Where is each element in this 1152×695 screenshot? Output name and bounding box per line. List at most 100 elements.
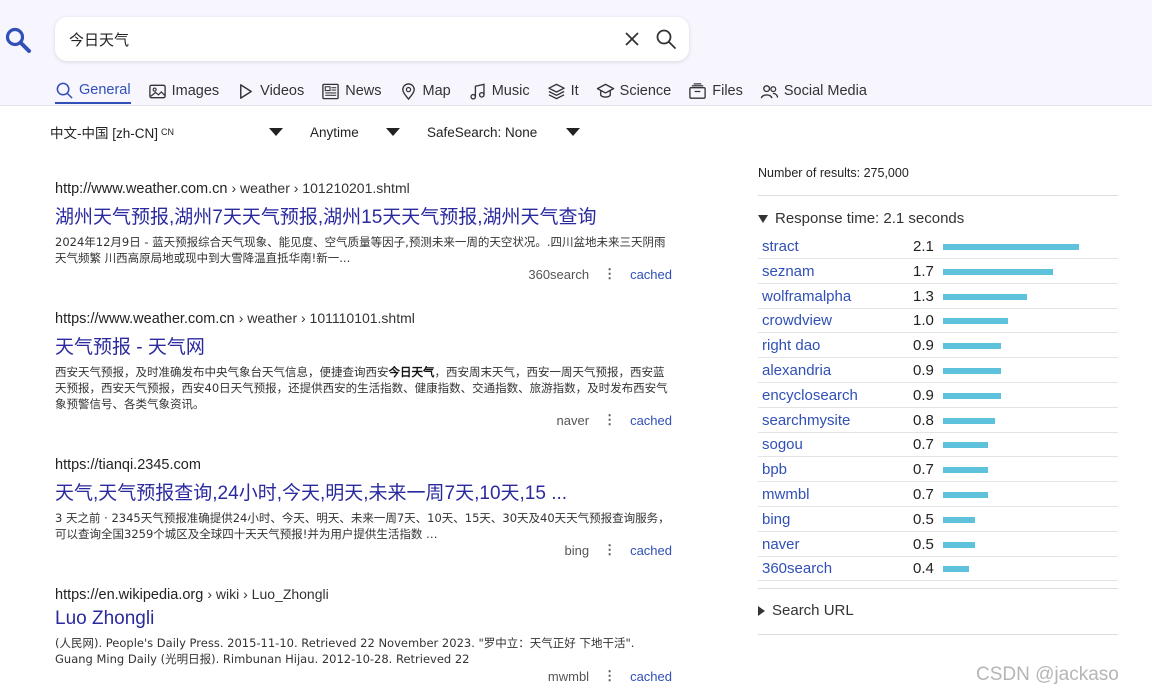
play-icon: [240, 83, 253, 99]
files-icon: [689, 82, 707, 99]
result-item: https://www.weather.com.cn › weather › 1…: [55, 310, 675, 428]
result-title-link[interactable]: 天气,天气预报查询,24小时,今天,明天,未来一周7天,10天,15 ...: [55, 478, 675, 505]
divider: [758, 634, 1118, 635]
map-pin-icon: [401, 82, 415, 100]
engine-name-link[interactable]: seznam: [762, 263, 815, 280]
engine-time: 0.4: [913, 560, 934, 578]
tab-label: Files: [712, 83, 743, 99]
result-url[interactable]: https://www.weather.com.cn › weather › 1…: [55, 310, 675, 327]
tab-files[interactable]: Files: [688, 78, 743, 104]
engine-time-bar: [943, 368, 1001, 374]
result-host: https://www.weather.com.cn: [55, 311, 235, 327]
tab-science[interactable]: Science: [596, 78, 671, 104]
engine-time: 0.5: [913, 535, 934, 553]
result-host: https://tianqi.2345.com: [55, 457, 201, 473]
engine-name-link[interactable]: mwmbl: [762, 486, 810, 503]
tab-label: Map: [422, 83, 451, 99]
watermark: CSDN @jackaso: [976, 664, 1119, 685]
tab-social-media[interactable]: Social Media: [760, 78, 867, 104]
engine-row: bpb 0.7: [758, 457, 1118, 483]
number-of-results: Number of results: 275,000: [758, 166, 909, 180]
clear-icon[interactable]: [622, 29, 642, 49]
more-options-icon[interactable]: ⋮: [603, 412, 616, 428]
cached-link[interactable]: cached: [630, 543, 672, 558]
engine-time-bar: [943, 442, 988, 449]
safesearch-select[interactable]: SafeSearch: None: [427, 120, 587, 144]
engine-name-link[interactable]: wolframalpha: [762, 288, 851, 305]
engine-time-bar: [943, 318, 1008, 325]
more-options-icon[interactable]: ⋮: [603, 668, 616, 684]
tab-videos[interactable]: Videos: [236, 78, 304, 104]
response-time-label: Response time: 2.1 seconds: [775, 210, 965, 227]
tab-news[interactable]: News: [321, 78, 382, 104]
cached-link[interactable]: cached: [630, 413, 672, 428]
result-item: http://www.weather.com.cn › weather › 10…: [55, 180, 675, 282]
search-submit-icon[interactable]: [655, 28, 677, 50]
response-time-toggle[interactable]: Response time: 2.1 seconds: [758, 210, 964, 227]
engine-name-link[interactable]: sogou: [762, 436, 803, 453]
tab-label: Social Media: [783, 83, 867, 99]
engine-row: searchmysite 0.8: [758, 408, 1118, 433]
tab-label: General: [79, 82, 131, 98]
category-tabs: General Images Videos News Map Music It: [55, 78, 884, 104]
engine-row: encyclosearch 0.9: [758, 383, 1118, 408]
engine-name-link[interactable]: bing: [762, 511, 790, 528]
result-url[interactable]: http://www.weather.com.cn › weather › 10…: [55, 180, 675, 197]
engine-time-bar: [943, 343, 1001, 350]
time-range-select[interactable]: Anytime: [310, 120, 410, 144]
result-title-link[interactable]: 湖州天气预报,湖州7天天气预报,湖州15天天气预报,湖州天气查询: [55, 202, 675, 229]
result-engine: naver: [556, 412, 590, 428]
result-title-link[interactable]: 天气预报 - 天气网: [55, 332, 675, 359]
chevron-down-icon: [269, 128, 283, 136]
users-icon: [760, 84, 779, 98]
tab-general[interactable]: General: [55, 78, 131, 104]
tab-map[interactable]: Map: [399, 78, 451, 104]
engine-name-link[interactable]: encyclosearch: [762, 387, 858, 404]
engine-time-bar: [943, 417, 995, 424]
result-path: › weather › 101110101.shtml: [238, 310, 415, 326]
engine-name-link[interactable]: stract: [762, 238, 799, 255]
search-url-toggle[interactable]: Search URL: [758, 602, 854, 619]
result-host: https://en.wikipedia.org: [55, 587, 204, 603]
cached-link[interactable]: cached: [630, 267, 672, 282]
engine-name-link[interactable]: naver: [762, 536, 800, 553]
search-input[interactable]: [69, 17, 609, 61]
result-snippet: (人民网). People's Daily Press. 2015-11-10.…: [55, 635, 670, 667]
more-options-icon[interactable]: ⋮: [603, 266, 616, 282]
engine-time-bar: [943, 244, 1079, 250]
search-logo-icon[interactable]: [4, 26, 32, 54]
engine-time: 0.9: [913, 337, 934, 355]
tab-it[interactable]: It: [547, 78, 579, 104]
engine-name-link[interactable]: right dao: [762, 337, 820, 354]
engine-time: 0.5: [913, 510, 934, 528]
result-path: › weather › 101210201.shtml: [231, 180, 410, 196]
engine-name-link[interactable]: searchmysite: [762, 412, 850, 429]
cached-link[interactable]: cached: [630, 669, 672, 684]
result-host: http://www.weather.com.cn: [55, 181, 228, 197]
tab-music[interactable]: Music: [468, 78, 530, 104]
engine-row: sogou 0.7: [758, 432, 1118, 458]
engine-name-link[interactable]: crowdview: [762, 312, 832, 329]
triangle-right-icon: [758, 606, 765, 617]
engine-time-bar: [943, 516, 975, 523]
image-icon: [148, 84, 166, 98]
result-url[interactable]: https://en.wikipedia.org › wiki › Luo_Zh…: [55, 586, 675, 603]
result-url[interactable]: https://tianqi.2345.com: [55, 456, 675, 473]
engine-time: 0.7: [913, 486, 934, 503]
language-select[interactable]: 中文-中国 [zh-CN] CN: [50, 120, 290, 144]
more-options-icon[interactable]: ⋮: [603, 542, 616, 558]
engine-time: 2.1: [913, 238, 934, 255]
tab-label: Images: [171, 83, 220, 99]
science-icon: [596, 83, 614, 98]
tab-images[interactable]: Images: [148, 78, 220, 104]
engine-name-link[interactable]: alexandria: [762, 362, 831, 379]
engine-time-bar: [943, 293, 1027, 300]
engine-name-link[interactable]: bpb: [762, 461, 787, 478]
engine-time: 0.8: [913, 411, 934, 429]
triangle-down-icon: [758, 215, 768, 224]
engine-time: 0.9: [913, 386, 934, 404]
result-meta: naver ⋮ cached: [557, 412, 672, 428]
engine-name-link[interactable]: 360search: [762, 560, 832, 577]
search-url-label: Search URL: [772, 602, 854, 619]
result-title-link[interactable]: Luo Zhongli: [55, 608, 675, 630]
